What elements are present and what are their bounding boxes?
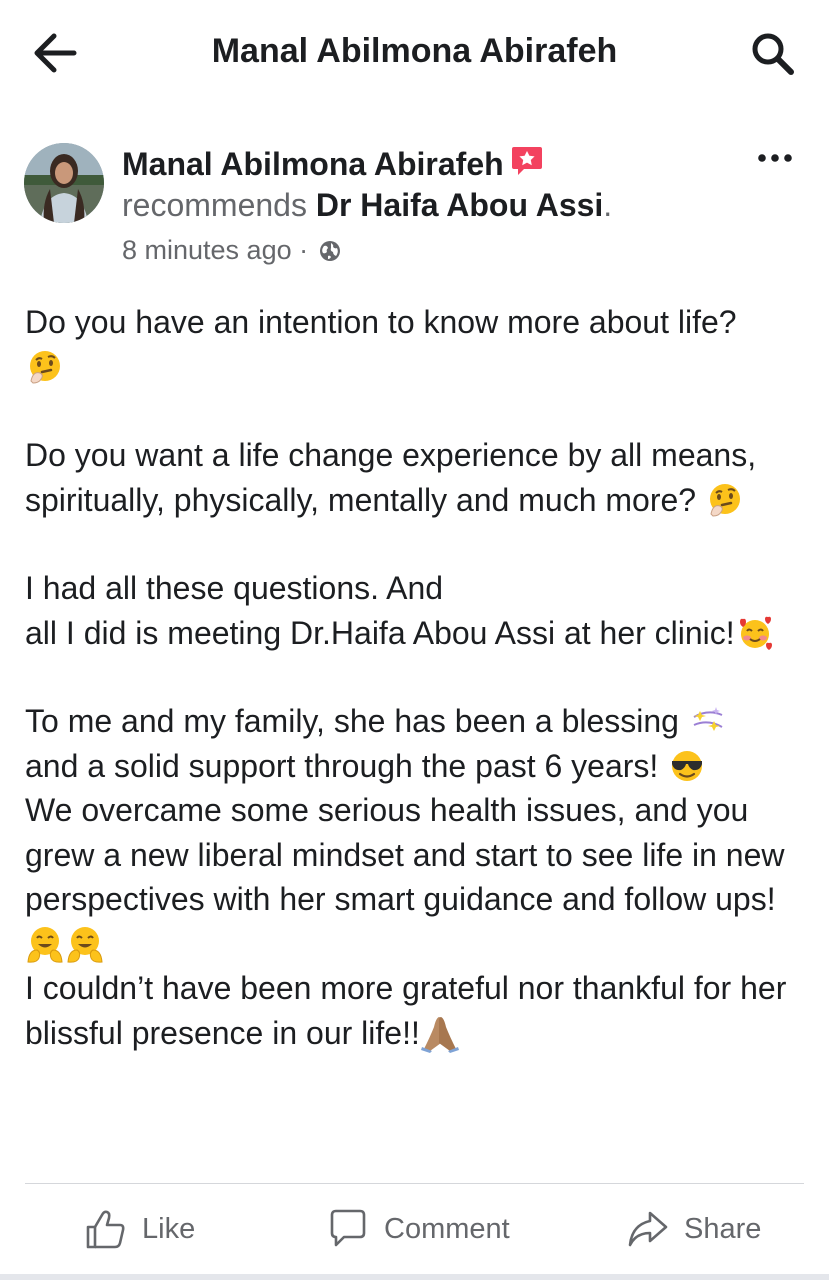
share-icon (628, 1211, 668, 1247)
recommendation-line: recommends Dr Haifa Abou Assi. (122, 187, 612, 224)
smiling-face-with-hearts-emoji-icon (735, 613, 775, 653)
post-actions: Like Comment Share (0, 1186, 829, 1276)
bottom-separator (0, 1274, 829, 1280)
like-button[interactable]: Like (84, 1204, 195, 1254)
recommendation-badge-icon (510, 145, 544, 177)
paragraph: Do you want a life change experience by … (25, 433, 815, 522)
post-text: Do you have an intention to know more ab… (25, 300, 815, 1055)
divider (25, 1183, 804, 1184)
more-options-button[interactable] (756, 148, 796, 168)
comment-button[interactable]: Comment (326, 1204, 510, 1254)
thinking-face-emoji-icon (705, 480, 745, 520)
post-timestamp[interactable]: 8 minutes ago (122, 235, 292, 265)
meta-separator: · (299, 235, 309, 265)
avatar-photo (24, 143, 104, 223)
thinking-face-emoji-icon (25, 347, 65, 387)
avatar[interactable] (24, 143, 104, 223)
hugging-face-emoji-icon (65, 924, 105, 964)
paragraph-text: I had all these questions. And (25, 570, 444, 606)
search-icon (752, 33, 794, 75)
hugging-face-emoji-icon (25, 924, 65, 964)
page-title: Manal Abilmona Abirafeh (211, 32, 618, 70)
sunglasses-face-emoji-icon (667, 746, 707, 786)
paragraph-text: Do you have an intention to know more ab… (25, 304, 737, 340)
paragraph: To me and my family, she has been a bles… (25, 699, 815, 1055)
comment-label: Comment (384, 1212, 510, 1245)
top-bar: Manal Abilmona Abirafeh (0, 0, 829, 106)
author-line: Manal Abilmona Abirafeh (122, 145, 544, 183)
like-label: Like (142, 1212, 196, 1245)
comment-icon (330, 1209, 366, 1247)
paragraph-text: We overcame some serious health issues, … (25, 792, 785, 917)
share-label: Share (684, 1212, 762, 1245)
period: . (603, 187, 613, 223)
action-text: recommends (122, 187, 307, 223)
paragraph-text: I couldn’t have been more grateful nor t… (25, 970, 787, 1051)
paragraph: Do you have an intention to know more ab… (25, 300, 815, 389)
recommended-page-link[interactable]: Dr Haifa Abou Assi (316, 187, 603, 223)
sparkles-emoji-icon (688, 701, 728, 741)
author-name[interactable]: Manal Abilmona Abirafeh (122, 146, 504, 182)
paragraph-text: and a solid support through the past 6 y… (25, 747, 659, 784)
share-button[interactable]: Share (626, 1204, 761, 1254)
paragraph-text: Do you want a life change experience by … (25, 437, 757, 518)
paragraph-text: all I did is meeting Dr.Haifa Abou Assi … (25, 614, 735, 651)
thumbs-up-icon (86, 1210, 125, 1249)
more-icon (758, 154, 792, 162)
paragraph-text: To me and my family, she has been a bles… (25, 703, 679, 739)
search-button[interactable] (748, 30, 798, 76)
folded-hands-emoji-icon (420, 1013, 460, 1053)
globe-icon (318, 239, 342, 263)
paragraph: I had all these questions. And all I did… (25, 566, 815, 655)
post-meta: 8 minutes ago · (122, 235, 342, 266)
